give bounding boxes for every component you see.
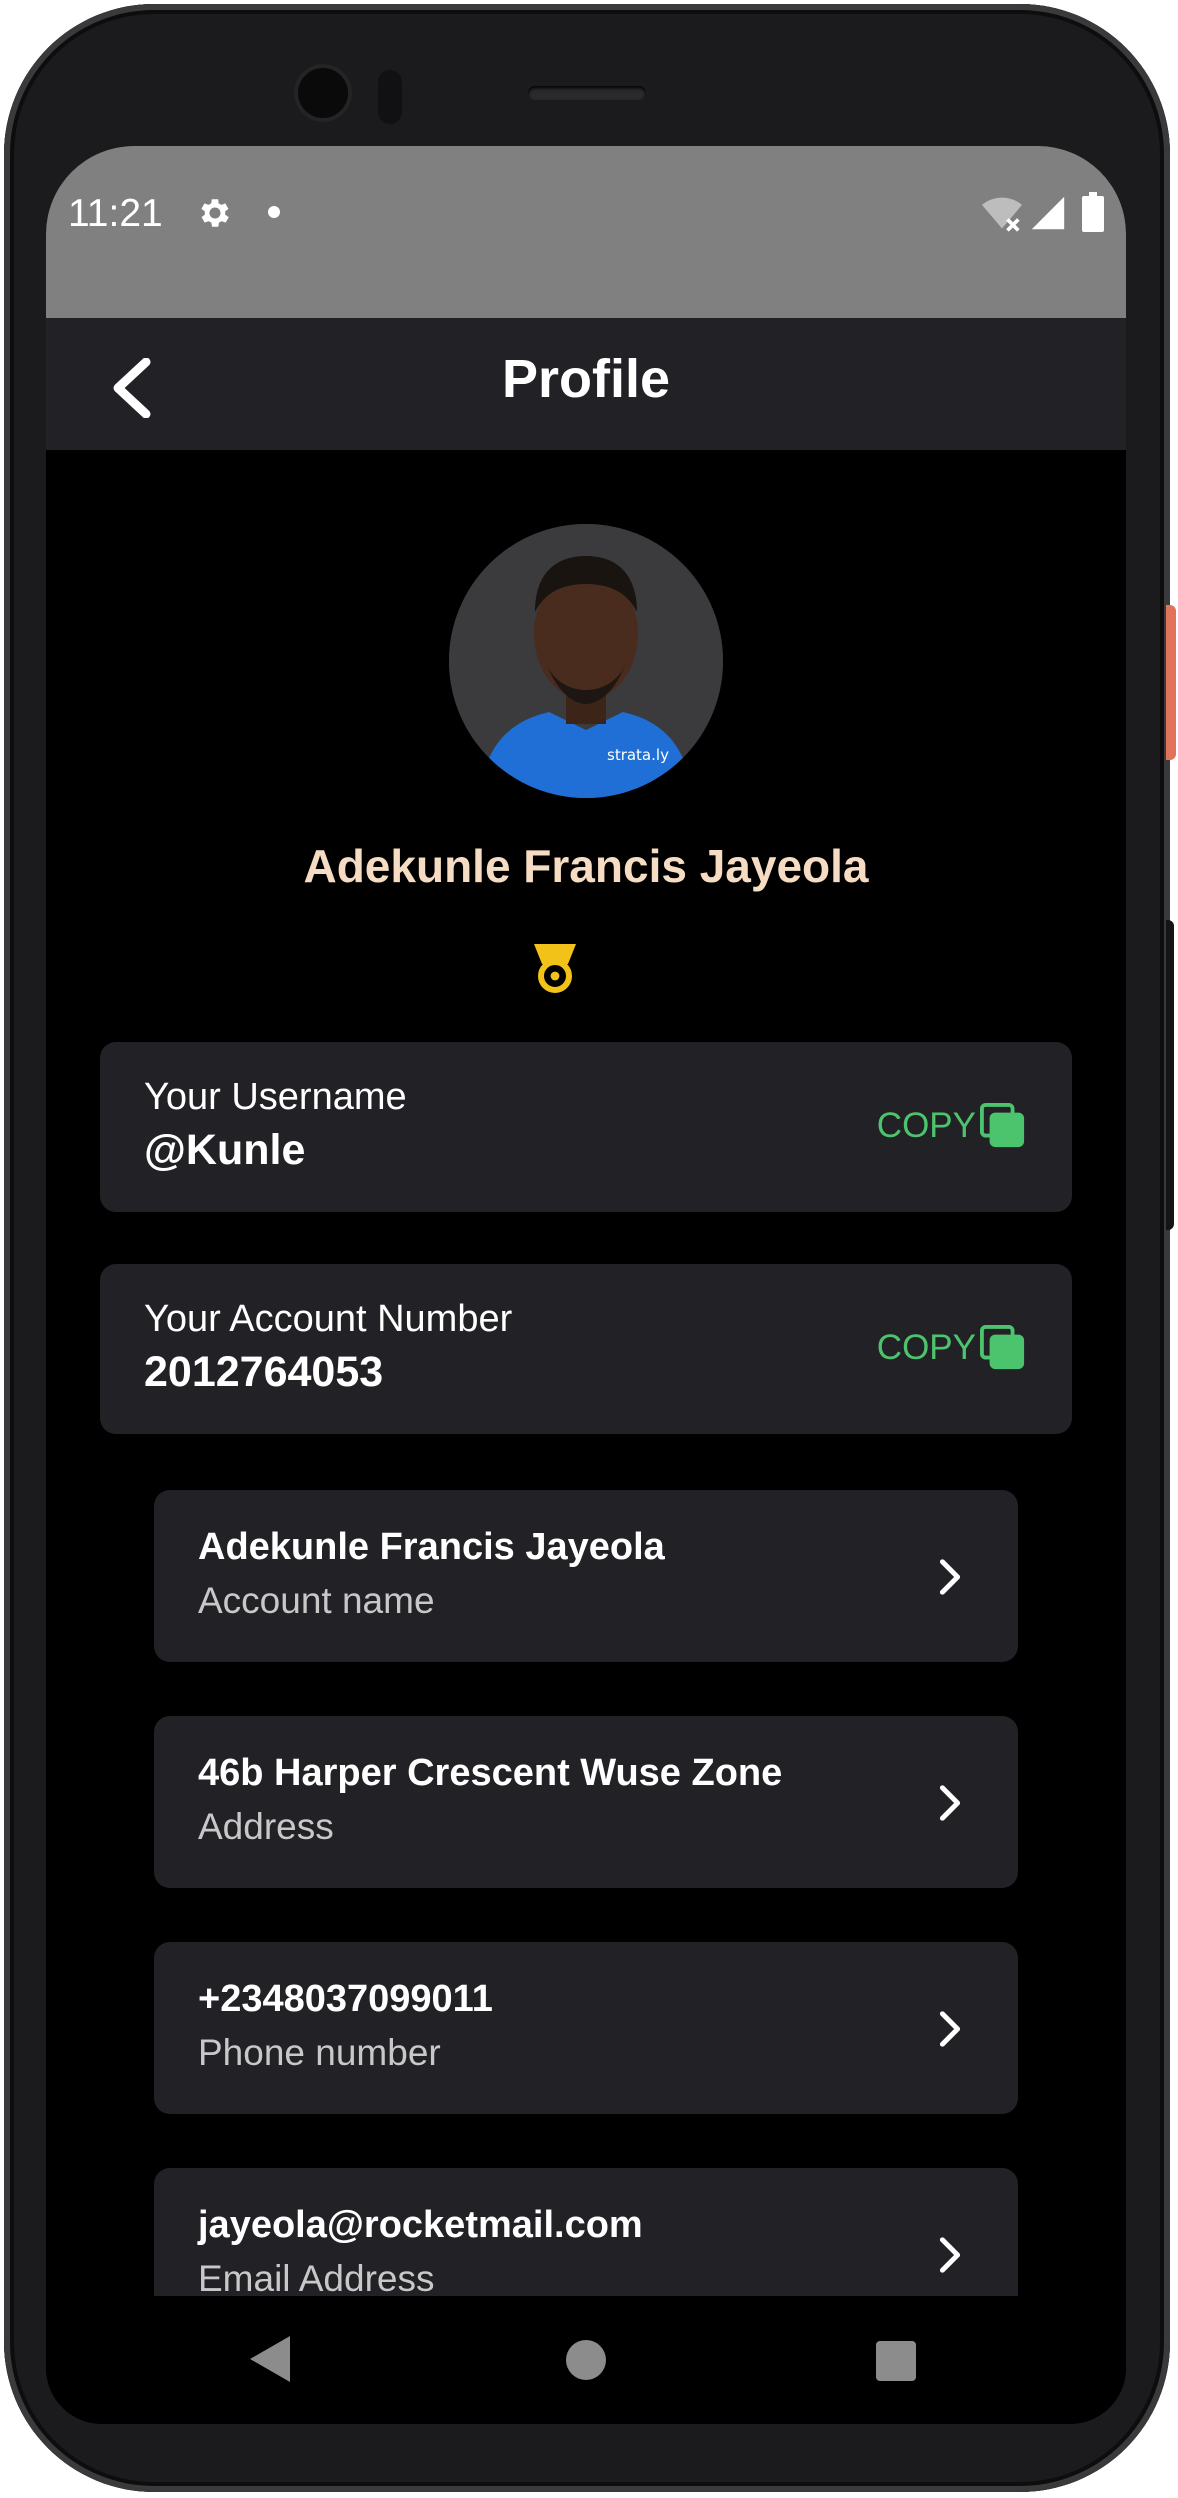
- status-bar: 11:21: [46, 146, 1126, 318]
- copy-icon: [980, 1103, 1025, 1148]
- copy-label: COPY: [876, 1106, 976, 1145]
- front-camera: [298, 68, 348, 118]
- item-label: Address: [198, 1806, 334, 1847]
- status-time: 11:21: [68, 192, 163, 235]
- wifi-off-icon: [982, 197, 1022, 232]
- notification-dot-icon: [268, 206, 280, 218]
- cell-signal-icon: [1031, 196, 1065, 230]
- avatar-photo: strata.ly: [449, 524, 723, 798]
- account-number-label: Your Account Number: [144, 1298, 513, 1340]
- account-number-value: 2012764053: [144, 1348, 384, 1396]
- earpiece-speaker: [528, 86, 646, 100]
- copy-account-number-button[interactable]: COPY: [877, 1324, 1026, 1372]
- avatar-shirt-text: strata.ly: [607, 746, 669, 764]
- item-value: jayeola@rocketmail.com: [198, 2204, 643, 2246]
- address-item[interactable]: 46b Harper Crescent Wuse Zone Address: [154, 1716, 1018, 1888]
- username-value: @Kunle: [144, 1126, 306, 1174]
- chevron-right-icon: [939, 1559, 961, 1595]
- item-label: Phone number: [198, 2032, 441, 2073]
- medal-icon: [534, 944, 576, 993]
- battery-icon: [1082, 192, 1104, 232]
- account-number-card: Your Account Number 2012764053 COPY: [100, 1264, 1072, 1434]
- chevron-right-icon: [939, 2237, 961, 2273]
- account-name-item[interactable]: Adekunle Francis Jayeola Account name: [154, 1490, 1018, 1662]
- volume-button: [1166, 920, 1174, 1230]
- gear-icon: [201, 199, 229, 227]
- chevron-right-icon: [939, 2011, 961, 2047]
- item-label: Account name: [198, 1580, 435, 1621]
- profile-name: Adekunle Francis Jayeola: [303, 840, 869, 892]
- chevron-right-icon: [939, 1785, 961, 1821]
- copy-username-button[interactable]: COPY: [877, 1102, 1026, 1150]
- phone-number-item[interactable]: +2348037099011 Phone number: [154, 1942, 1018, 2114]
- copy-icon: [980, 1325, 1025, 1370]
- back-triangle-icon[interactable]: [250, 2336, 290, 2382]
- username-card: Your Username @Kunle COPY: [100, 1042, 1072, 1212]
- page-title: Profile: [501, 349, 671, 409]
- system-nav-bar: [46, 2296, 1126, 2424]
- item-label: Email Address: [198, 2258, 435, 2299]
- item-value: Adekunle Francis Jayeola: [198, 1526, 665, 1568]
- avatar[interactable]: strata.ly: [449, 524, 723, 798]
- home-circle-icon[interactable]: [566, 2340, 606, 2380]
- copy-label: COPY: [876, 1328, 976, 1367]
- item-value: 46b Harper Crescent Wuse Zone: [198, 1752, 783, 1794]
- recents-square-icon[interactable]: [876, 2341, 916, 2381]
- app-bar: Profile: [46, 318, 1126, 450]
- item-value: +2348037099011: [198, 1978, 493, 2020]
- username-label: Your Username: [144, 1076, 407, 1118]
- screen: 11:21 Profile strata.ly Adekunle Francis…: [46, 146, 1126, 2424]
- proximity-sensor: [378, 70, 402, 124]
- power-button: [1166, 605, 1176, 760]
